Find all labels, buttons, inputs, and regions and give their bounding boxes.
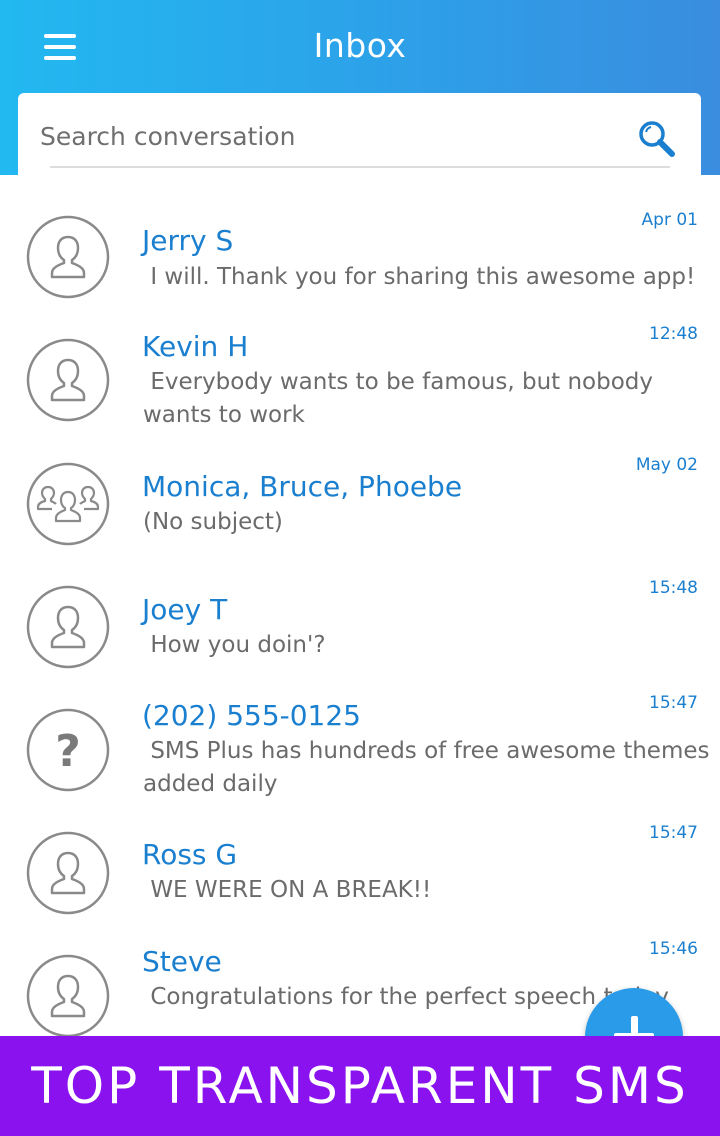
message-date: Apr 01 [641,210,698,230]
conversation-row[interactable]: Joey T 15:48 How you doin'? [0,568,720,683]
group-icon [26,462,110,546]
unknown-contact-icon: ? [26,708,110,792]
contact-name: Steve [142,945,222,978]
message-preview: WE WERE ON A BREAK!! [143,877,432,903]
contact-name: Ross G [142,838,238,871]
message-date: May 02 [635,455,698,475]
search-card [18,93,701,183]
conversation-row[interactable]: Jerry S Apr 01 I will. Thank you for sha… [0,198,720,313]
promo-banner: TOP TRANSPARENT SMS [0,1036,720,1136]
message-preview: (No subject) [143,509,283,535]
message-date: 15:48 [649,578,698,598]
contact-name: Jerry S [142,224,234,257]
message-date: 12:48 [649,324,698,344]
person-icon [26,585,110,669]
contact-name: (202) 555-0125 [142,699,361,732]
message-date: 15:47 [649,823,698,843]
conversation-row[interactable]: Ross G 15:47 WE WERE ON A BREAK!! [0,814,720,929]
conversation-row[interactable]: Kevin H 12:48 Everybody wants to be famo… [0,321,720,441]
page-title: Inbox [313,26,407,65]
search-underline [50,166,670,168]
person-icon [26,954,110,1038]
person-icon [26,215,110,299]
conversation-row[interactable]: Monica, Bruce, Phoebe May 02 (No subject… [0,445,720,565]
message-preview: I will. Thank you for sharing this aweso… [143,264,696,290]
search-icon[interactable] [637,119,677,159]
message-preview: SMS Plus has hundreds of free awesome th… [143,738,717,797]
contact-name: Kevin H [142,330,249,363]
search-input[interactable] [38,113,622,159]
svg-text:?: ? [55,726,81,777]
message-preview: How you doin'? [143,632,326,658]
contact-name: Monica, Bruce, Phoebe [142,470,463,503]
contact-name: Joey T [142,593,228,626]
person-icon [26,338,110,422]
message-date: 15:46 [649,939,698,959]
person-icon [26,831,110,915]
conversation-row[interactable]: ? (202) 555-0125 15:47 SMS Plus has hund… [0,691,720,811]
message-date: 15:47 [649,693,698,713]
message-preview: Everybody wants to be famous, but nobody… [143,369,661,428]
